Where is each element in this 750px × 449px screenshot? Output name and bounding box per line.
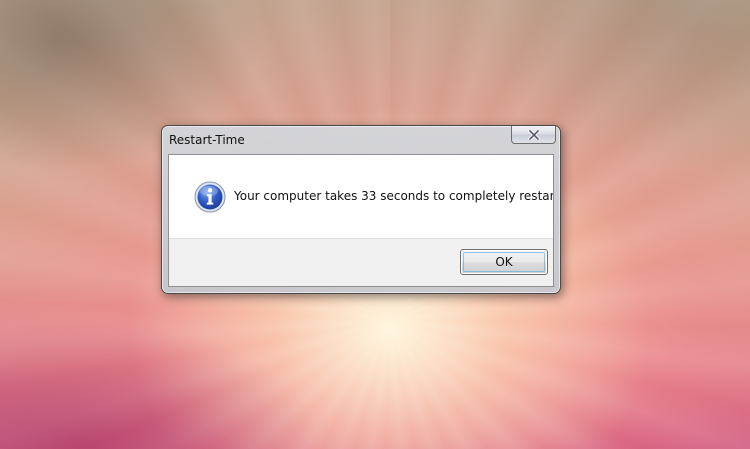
message-box-dialog: Restart-Time Your computer takes 33 seco…	[161, 125, 561, 294]
dialog-titlebar[interactable]: Restart-Time	[162, 126, 560, 154]
dialog-title: Restart-Time	[169, 133, 245, 147]
dialog-content: Your computer takes 33 seconds to comple…	[169, 155, 553, 238]
close-button[interactable]	[511, 126, 556, 144]
dialog-footer: OK	[169, 238, 553, 286]
dialog-message: Your computer takes 33 seconds to comple…	[234, 189, 554, 203]
info-icon	[194, 181, 226, 213]
ok-button[interactable]: OK	[460, 249, 548, 275]
dialog-client-area: Your computer takes 33 seconds to comple…	[168, 154, 554, 287]
close-icon	[527, 129, 540, 140]
